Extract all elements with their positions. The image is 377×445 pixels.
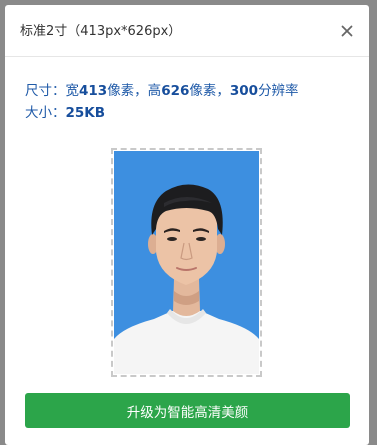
photo-right-eye xyxy=(196,237,206,241)
width-prefix: 宽 xyxy=(65,83,80,99)
file-size-label: 大小： xyxy=(25,105,66,121)
close-icon xyxy=(341,25,353,37)
dpi-value: 300 xyxy=(229,83,259,99)
photo-size-info: 尺寸：宽413像素，高626像素，300分辨率 xyxy=(25,79,299,99)
file-size-value: 25KB xyxy=(65,105,106,121)
size-label: 尺寸： xyxy=(25,83,66,99)
id-photo xyxy=(114,151,259,374)
dialog-title: 标准2寸（413px*626px） xyxy=(20,24,182,39)
height-value: 626 xyxy=(161,83,190,99)
height-unit: 像素， xyxy=(189,83,230,99)
dpi-unit: 分辨率 xyxy=(258,83,299,99)
width-unit: 像素，高 xyxy=(107,83,162,99)
id-photo-frame xyxy=(111,148,262,377)
close-button[interactable] xyxy=(335,19,359,43)
file-size-info: 大小：25KB xyxy=(25,101,105,121)
width-value: 413 xyxy=(79,83,108,99)
photo-preview-dialog: 标准2寸（413px*626px） 尺寸：宽413像素，高626像素，300分辨… xyxy=(5,5,369,445)
upgrade-beauty-button[interactable]: 升级为智能高清美颜 xyxy=(25,393,350,428)
photo-left-eye xyxy=(167,237,177,241)
dialog-header: 标准2寸（413px*626px） xyxy=(5,5,369,57)
